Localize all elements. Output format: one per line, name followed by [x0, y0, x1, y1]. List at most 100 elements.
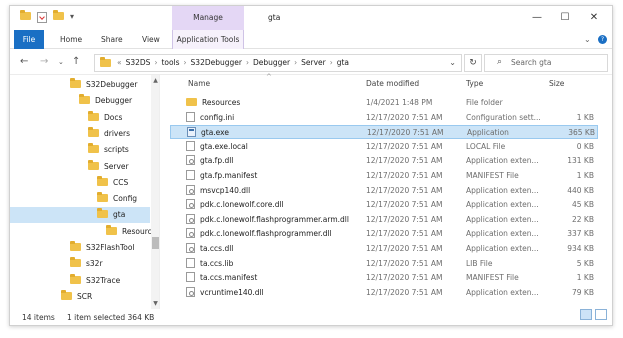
up-arrow-icon[interactable]: ↑: [72, 56, 80, 67]
folder-icon: [97, 175, 108, 186]
file-type: MANIFEST File: [466, 273, 519, 283]
file-date: 12/17/2020 7:51 AM: [366, 156, 443, 166]
tab-share[interactable]: Share: [101, 30, 123, 49]
folder-icon: [70, 78, 81, 88]
nav-item-resources[interactable]: Resources: [10, 224, 159, 240]
nav-item-docs[interactable]: Docs: [10, 110, 150, 126]
breadcrumb-s32debugger[interactable]: S32Debugger: [191, 58, 242, 67]
column-header-date[interactable]: Date modified: [366, 75, 419, 93]
tab-view[interactable]: View: [142, 30, 160, 49]
file-date: 12/17/2020 7:51 AM: [367, 128, 444, 138]
nav-item-s32r[interactable]: s32r: [10, 256, 150, 272]
file-icon: [186, 257, 195, 268]
search-box[interactable]: ⌕ Search gta: [484, 54, 608, 72]
minimize-button[interactable]: —: [525, 6, 549, 30]
file-row[interactable]: gta.fp.dll 12/17/2020 7:51 AM Application …: [170, 154, 598, 168]
nav-scrollbar-thumb[interactable]: [152, 237, 159, 249]
back-arrow-icon[interactable]: ←: [20, 56, 28, 67]
column-header-type[interactable]: Type: [466, 75, 483, 93]
address-dropdown-icon[interactable]: ⌄: [449, 55, 456, 71]
file-row[interactable]: pdk.c.lonewolf.core.dll 12/17/2020 7:51 A…: [170, 198, 598, 212]
recent-locations-icon[interactable]: ⌄: [58, 58, 64, 66]
file-row[interactable]: ta.ccs.lib 12/17/2020 7:51 AM LIB File 5 KB: [170, 257, 598, 271]
expand-ribbon-icon[interactable]: ⌄: [584, 30, 591, 49]
nav-item-scr[interactable]: SCR: [10, 289, 150, 305]
folder-icon: [88, 159, 99, 170]
refresh-button[interactable]: ↻: [464, 54, 482, 72]
nav-item-ccs[interactable]: CCS: [10, 175, 150, 191]
file-row[interactable]: ta.ccs.manifest 12/17/2020 7:51 AM MANIFES…: [170, 271, 598, 285]
file-row[interactable]: vcruntime140.dll 12/17/2020 7:51 AM Applic…: [170, 286, 598, 300]
nav-scrollbar[interactable]: ▲ ▼: [151, 75, 159, 309]
file-size: 0 KB: [576, 141, 594, 151]
new-folder-icon[interactable]: [53, 10, 64, 24]
file-row[interactable]: gta.exe 12/17/2020 7:51 AM Application 365 …: [170, 125, 598, 140]
file-icon: [186, 272, 195, 283]
nav-item-gta[interactable]: gta: [10, 207, 150, 224]
file-row[interactable]: msvcp140.dll 12/17/2020 7:51 AM Applicatio…: [170, 184, 598, 198]
large-icons-view-button[interactable]: [595, 309, 607, 320]
file-name: Resources: [202, 98, 241, 107]
maximize-button[interactable]: ☐: [553, 6, 577, 30]
window-title: gta: [268, 13, 281, 22]
nav-item-label: SCR: [77, 291, 93, 301]
folder-icon: [100, 57, 111, 69]
file-name: gta.exe: [201, 128, 229, 138]
file-size: 45 KB: [572, 200, 594, 210]
breadcrumb-tools[interactable]: tools: [161, 58, 179, 67]
forward-arrow-icon[interactable]: →: [40, 56, 48, 67]
folder-icon: [97, 192, 108, 203]
breadcrumb-server[interactable]: Server: [301, 58, 326, 67]
properties-icon[interactable]: [37, 12, 47, 23]
navigation-pane: S32Debugger Debugger Docs drivers scripts Ser…: [10, 75, 160, 309]
file-date: 12/17/2020 7:51 AM: [366, 244, 443, 253]
nav-item-debugger[interactable]: Debugger: [10, 93, 150, 109]
tab-file[interactable]: File: [14, 30, 44, 49]
nav-item-drivers[interactable]: drivers: [10, 126, 150, 142]
file-row[interactable]: pdk.c.lonewolf.flashprogrammer.arm.dll 12…: [170, 213, 598, 227]
file-row[interactable]: Resources 1/4/2021 1:48 PM File folder: [170, 96, 598, 110]
details-view-button[interactable]: [580, 309, 592, 320]
dll-file-icon: [186, 286, 195, 297]
file-size: 440 KB: [567, 185, 594, 195]
breadcrumb-s32ds[interactable]: S32DS: [126, 58, 151, 67]
help-icon[interactable]: ?: [598, 35, 607, 44]
tab-application-tools[interactable]: Application Tools: [172, 30, 244, 49]
column-header-name[interactable]: Name: [188, 75, 210, 93]
customize-toolbar-icon[interactable]: ▾: [70, 12, 74, 24]
file-size: 1 KB: [576, 112, 594, 122]
file-type: Application exten...: [466, 229, 539, 239]
nav-item-config[interactable]: Config: [10, 191, 150, 207]
breadcrumb-debugger[interactable]: Debugger: [253, 58, 290, 67]
address-bar-row: ← → ⌄ ↑ «S32DS › tools › S32Debugger › Debugge…: [10, 49, 612, 75]
manage-contextual-tab[interactable]: Manage: [172, 6, 244, 30]
file-name: gta.exe.local: [200, 141, 248, 151]
nav-item-scripts[interactable]: scripts: [10, 142, 150, 158]
dll-file-icon: [186, 184, 195, 195]
file-type: Application exten...: [466, 185, 539, 195]
file-name: ta.ccs.lib: [200, 258, 234, 268]
search-input[interactable]: Search gta: [511, 55, 551, 71]
address-box[interactable]: «S32DS › tools › S32Debugger › Debugger › Server…: [94, 54, 462, 72]
nav-item-s32debugger[interactable]: S32Debugger: [10, 77, 150, 93]
file-size: 22 KB: [572, 214, 594, 224]
breadcrumb-gta[interactable]: gta: [337, 58, 349, 67]
file-row[interactable]: config.ini 12/17/2020 7:51 AM Configuratio…: [170, 111, 598, 125]
file-date: 12/17/2020 7:51 AM: [366, 171, 443, 180]
file-type: Application exten...: [466, 244, 539, 253]
file-row[interactable]: ta.ccs.dll 12/17/2020 7:51 AM Application …: [170, 242, 598, 256]
file-row[interactable]: gta.exe.local 12/17/2020 7:51 AM LOCAL Fil…: [170, 140, 598, 154]
column-header-size[interactable]: Size: [549, 75, 564, 93]
file-type: File folder: [466, 98, 503, 107]
file-row[interactable]: pdk.c.lonewolf.flashprogrammer.dll 12/17/…: [170, 227, 598, 241]
nav-item-server[interactable]: Server: [10, 159, 150, 175]
breadcrumb-overflow[interactable]: «: [117, 58, 122, 67]
file-type: Application exten...: [466, 200, 539, 210]
file-row[interactable]: gta.fp.manifest 12/17/2020 7:51 AM MANIFES…: [170, 169, 598, 183]
nav-item-s32flashtool[interactable]: S32FlashTool: [10, 240, 150, 256]
file-size: 1 KB: [576, 273, 594, 283]
tab-home[interactable]: Home: [60, 30, 82, 49]
close-button[interactable]: ✕: [582, 6, 606, 30]
item-count: 14 items: [22, 313, 55, 322]
nav-item-s32trace[interactable]: S32Trace: [10, 273, 150, 289]
